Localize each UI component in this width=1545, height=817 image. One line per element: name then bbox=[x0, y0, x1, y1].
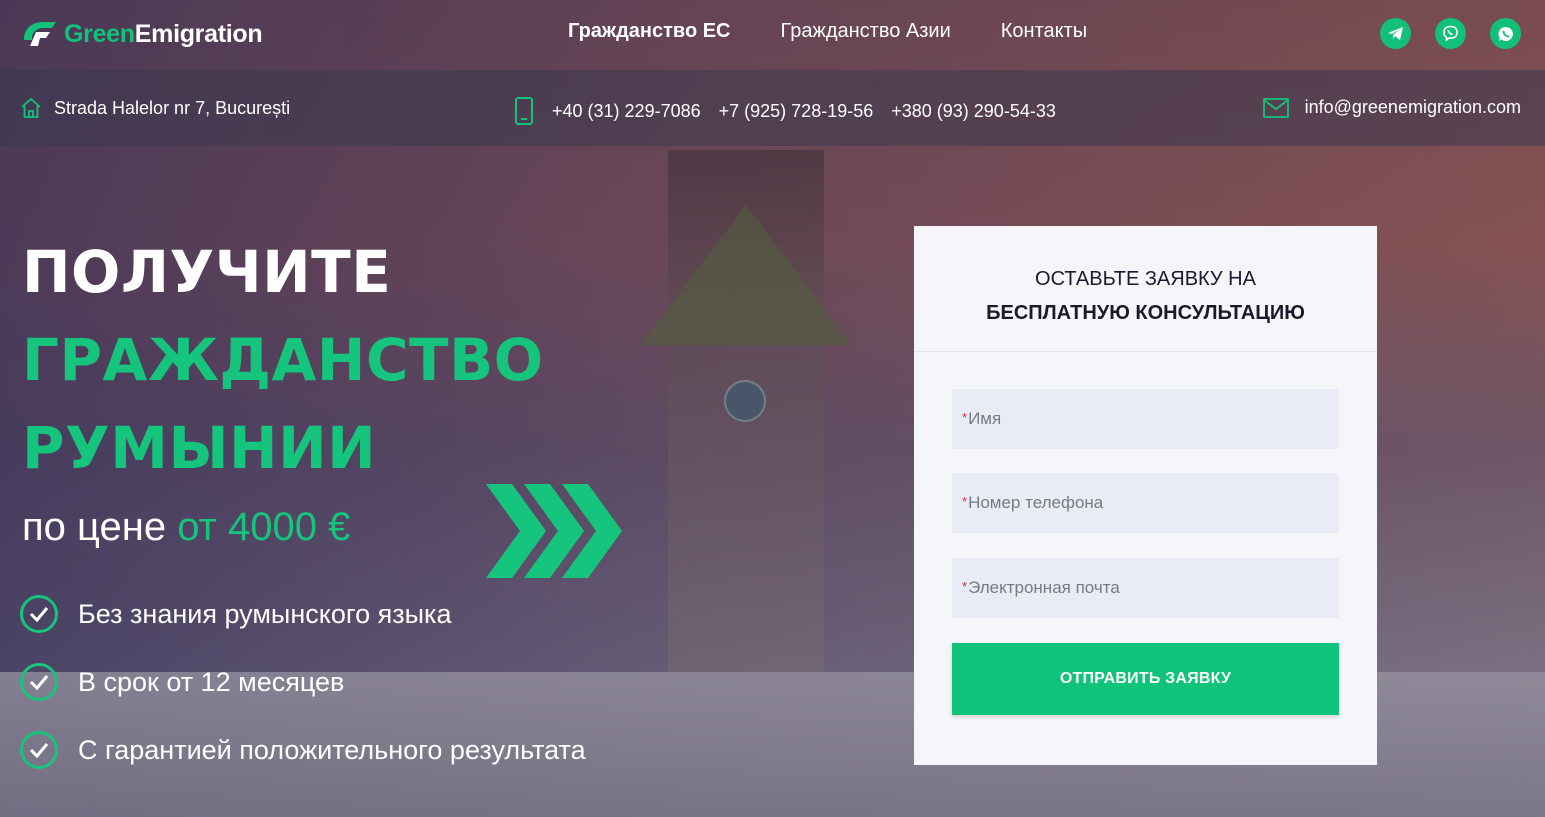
phone-link-ukraine[interactable]: +380 (93) 290-54-33 bbox=[891, 101, 1056, 122]
feature-list: Без знания румынского языка В срок от 12… bbox=[20, 594, 586, 798]
feature-text: Без знания румынского языка bbox=[78, 598, 452, 629]
check-circle-icon bbox=[20, 595, 58, 633]
mobile-phone-icon bbox=[515, 97, 533, 125]
tower-roof-shape bbox=[640, 205, 852, 345]
email-field-placeholder: Электронная почта bbox=[968, 578, 1120, 597]
nav-item-eu-citizenship[interactable]: Гражданство ЕС bbox=[568, 20, 731, 43]
feature-item: С гарантией положительного результата bbox=[20, 730, 586, 770]
chevrons-right-icon bbox=[486, 484, 622, 578]
nav-item-contacts[interactable]: Контакты bbox=[1001, 20, 1087, 43]
email-field[interactable]: * Электронная почта bbox=[952, 558, 1339, 618]
phone-field-placeholder: Номер телефона bbox=[968, 493, 1104, 512]
telegram-icon[interactable] bbox=[1380, 18, 1411, 49]
phone-field[interactable]: * Номер телефона bbox=[952, 473, 1339, 533]
headline-line-2: ГРАЖДАНСТВО bbox=[22, 326, 544, 394]
required-mark: * bbox=[962, 579, 968, 594]
phone-link-russia[interactable]: +7 (925) 728-19-56 bbox=[719, 101, 874, 122]
logo-text: GreenEmigration bbox=[64, 19, 263, 48]
headline-line-1: ПОЛУЧИТЕ bbox=[22, 238, 392, 306]
contact-bar: Strada Halelor nr 7, București +40 (31) … bbox=[0, 70, 1545, 146]
price-line: по цене от 4000 € bbox=[22, 505, 350, 550]
check-circle-icon bbox=[20, 663, 58, 701]
phone-link-romania[interactable]: +40 (31) 229-7086 bbox=[552, 101, 701, 122]
email: info@greenemigration.com bbox=[1262, 97, 1521, 118]
headline-line-3: РУМЫНИИ bbox=[22, 414, 377, 482]
whatsapp-icon[interactable] bbox=[1490, 18, 1521, 49]
required-mark: * bbox=[962, 494, 968, 509]
price-prefix: по цене bbox=[22, 505, 167, 549]
feature-item: В срок от 12 месяцев bbox=[20, 662, 586, 702]
name-field-placeholder: Имя bbox=[968, 409, 1002, 428]
site-header: GreenEmigration Гражданство ЕС Гражданст… bbox=[0, 0, 1545, 70]
logo-mark-icon bbox=[24, 22, 56, 46]
form-title: ОСТАВЬТЕ ЗАЯВКУ НА БЕСПЛАТНУЮ КОНСУЛЬТАЦ… bbox=[914, 226, 1377, 352]
feature-text: С гарантией положительного результата bbox=[78, 734, 586, 765]
email-link[interactable]: info@greenemigration.com bbox=[1305, 97, 1521, 118]
feature-item: Без знания румынского языка bbox=[20, 594, 586, 634]
consultation-form: ОСТАВЬТЕ ЗАЯВКУ НА БЕСПЛАТНУЮ КОНСУЛЬТАЦ… bbox=[914, 226, 1377, 765]
social-links bbox=[1380, 18, 1521, 49]
form-title-line-1: ОСТАВЬТЕ ЗАЯВКУ НА bbox=[1035, 268, 1256, 290]
feature-text: В срок от 12 месяцев bbox=[78, 666, 345, 697]
main-nav: Гражданство ЕС Гражданство Азии Контакты bbox=[568, 20, 1087, 43]
viber-icon[interactable] bbox=[1435, 18, 1466, 49]
address: Strada Halelor nr 7, București bbox=[20, 97, 290, 119]
form-title-line-2: БЕСПЛАТНУЮ КОНСУЛЬТАЦИЮ bbox=[986, 302, 1305, 324]
hero-headline: ПОЛУЧИТЕ ГРАЖДАНСТВО РУМЫНИИ bbox=[22, 228, 544, 492]
mail-icon bbox=[1262, 97, 1289, 118]
phone-numbers: +40 (31) 229-7086 +7 (925) 728-19-56 +38… bbox=[514, 97, 1056, 125]
price-value: от 4000 € bbox=[177, 505, 351, 549]
logo[interactable]: GreenEmigration bbox=[20, 16, 263, 52]
name-field[interactable]: * Имя bbox=[952, 389, 1339, 449]
address-text: Strada Halelor nr 7, București bbox=[54, 97, 291, 118]
check-circle-icon bbox=[20, 731, 58, 769]
nav-item-asia-citizenship[interactable]: Гражданство Азии bbox=[781, 20, 951, 43]
submit-button[interactable]: ОТПРАВИТЬ ЗАЯВКУ bbox=[952, 643, 1339, 715]
required-mark: * bbox=[962, 410, 968, 425]
home-icon bbox=[21, 97, 41, 118]
clock-shape bbox=[724, 380, 766, 422]
